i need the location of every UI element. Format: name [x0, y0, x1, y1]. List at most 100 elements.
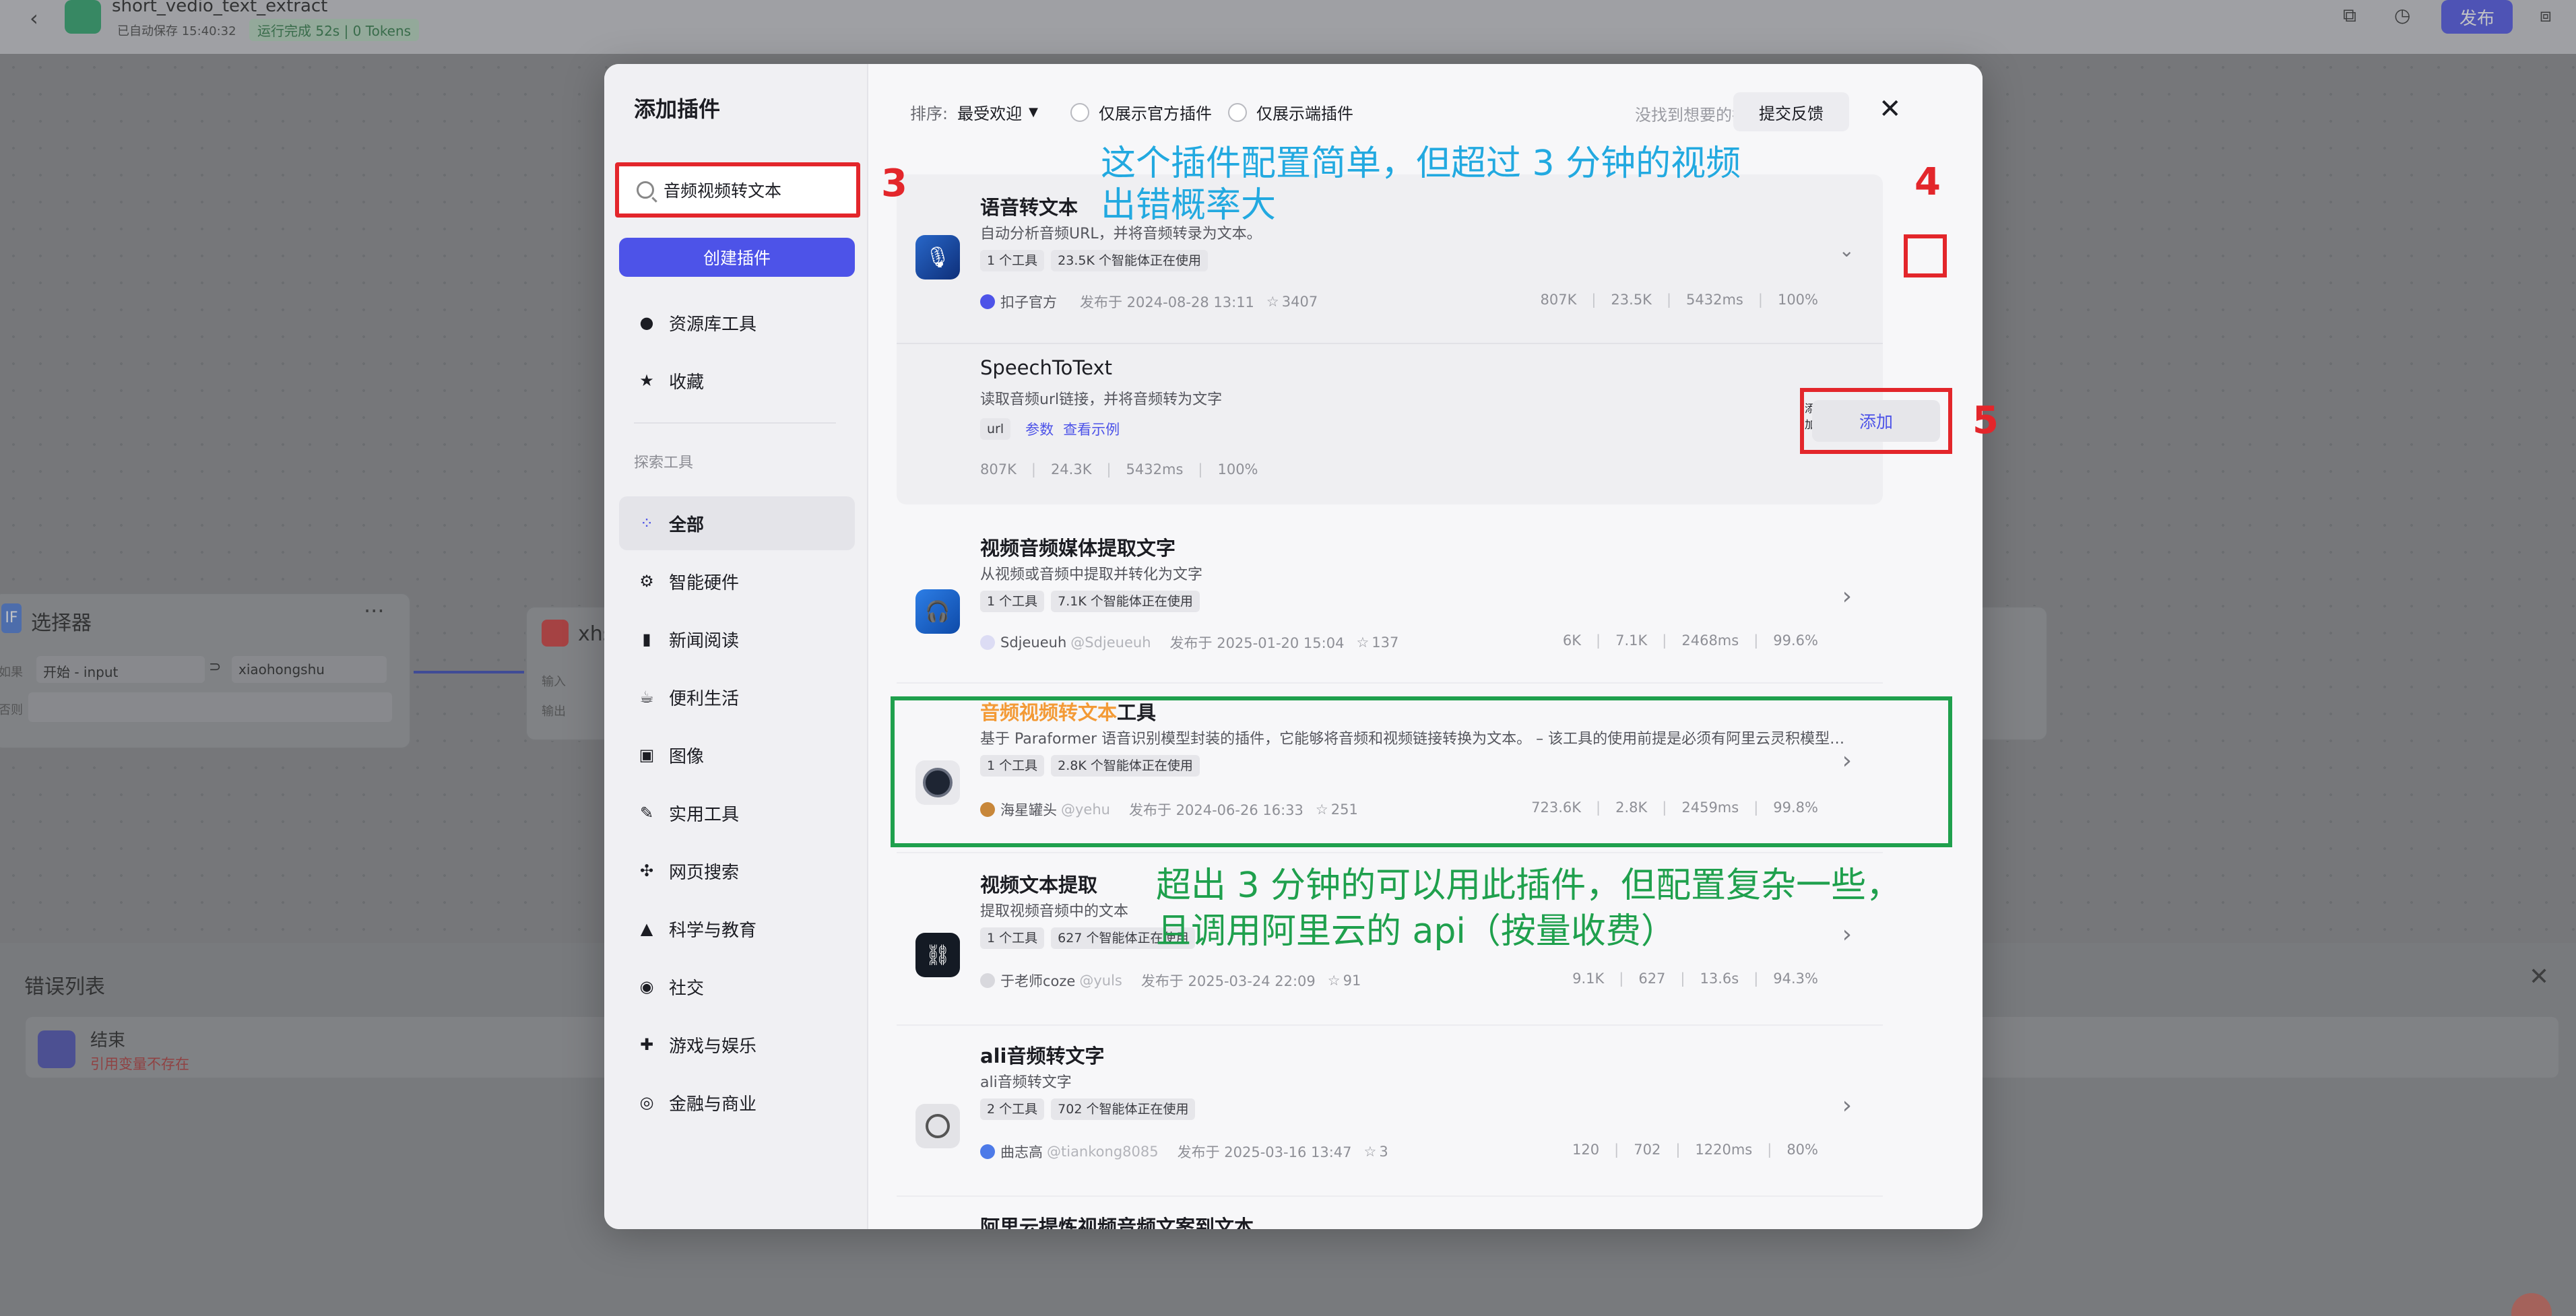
- plugin-title: 视频音频媒体提取文字: [980, 537, 1176, 560]
- sidebar-item-label: 资源库工具: [669, 314, 757, 335]
- stat-latency: 1220ms: [1695, 1142, 1753, 1158]
- stat-success: 100%: [1217, 461, 1258, 478]
- sidebar-item-label: 金融与商业: [669, 1094, 757, 1115]
- plugin-card-speech-to-text[interactable]: 🎙 语音转文本 自动分析音频URL，并将音频转录为文本。 1 个工具 23.5K …: [897, 174, 1883, 504]
- sep: |: [1031, 461, 1036, 478]
- add-plugin-modal: 添加插件 音频视频转文本 创建插件 ● 资源库工具 ★ 收藏 探索工具 ⁘ 全部…: [604, 64, 1983, 1229]
- stat-calls: 807K: [980, 461, 1017, 478]
- stat-calls: 6K: [1562, 632, 1582, 649]
- sidebar-item-news[interactable]: ▮ 新闻阅读: [619, 612, 855, 666]
- tag: 702 个智能体正在使用: [1051, 1098, 1196, 1120]
- plugin-card-aliyun-video-text[interactable]: 阿里云提炼视频音频文案到文本: [897, 1199, 1883, 1229]
- stat-success: 80%: [1786, 1142, 1818, 1158]
- sidebar-item-label: 图像: [669, 746, 705, 767]
- sidebar-item-label: 便利生活: [669, 688, 740, 709]
- annotation-box-4: [1904, 234, 1947, 277]
- plugin-author: 扣子官方: [1000, 294, 1057, 310]
- stat-bots: 24.3K: [1050, 461, 1092, 478]
- chain-link-icon: ⛓: [915, 933, 960, 977]
- plugin-published: 发布于 2025-01-20 15:04: [1169, 635, 1345, 651]
- stat-latency: 5432ms: [1686, 292, 1743, 308]
- plugin-stats: 6K | 7.1K | 2468ms | 99.6%: [1548, 632, 1818, 649]
- sep: |: [1675, 1142, 1681, 1158]
- plugin-handle: @tiankong8085: [1047, 1144, 1159, 1160]
- plugin-search-input[interactable]: 音频视频转文本: [615, 162, 860, 218]
- chevron-right-icon[interactable]: ›: [1842, 1092, 1852, 1119]
- stat-success: 100%: [1777, 292, 1818, 308]
- grid-icon: ⁘: [639, 514, 654, 533]
- star-icon: ☆: [1327, 973, 1341, 989]
- sidebar-item-label: 新闻阅读: [669, 630, 740, 651]
- annotation-note-blue-line2: 出错概率大: [1101, 185, 1277, 226]
- sep: |: [1680, 970, 1685, 987]
- feedback-button[interactable]: 提交反馈: [1733, 92, 1849, 131]
- sidebar-item-finance[interactable]: ◎ 金融与商业: [619, 1076, 855, 1129]
- sidebar-item-all[interactable]: ⁘ 全部: [619, 496, 855, 550]
- plugin-card-ali-audio[interactable]: ali音频转文字 ali音频转文字 2 个工具 702 个智能体正在使用 曲志高 …: [897, 1027, 1883, 1197]
- filter-client-label: 仅展示端插件: [1256, 104, 1353, 123]
- sidebar-item-life[interactable]: ☕ 便利生活: [619, 670, 855, 724]
- author-avatar: [980, 973, 995, 988]
- sidebar-item-web-search[interactable]: ✣ 网页搜索: [619, 844, 855, 898]
- filter-official-radio[interactable]: 仅展示官方插件: [1070, 100, 1212, 124]
- stat-success: 94.3%: [1773, 970, 1818, 987]
- sidebar-item-smart-hardware[interactable]: ⚙ 智能硬件: [619, 554, 855, 608]
- plugin-handle: @yuls: [1079, 973, 1122, 989]
- modal-sidebar: 添加插件 音频视频转文本 创建插件 ● 资源库工具 ★ 收藏 探索工具 ⁘ 全部…: [604, 64, 868, 1229]
- plugin-stars: 3407: [1281, 294, 1318, 310]
- close-icon[interactable]: ✕: [1879, 94, 1902, 125]
- speech-to-text-icon: 🎧: [915, 589, 960, 634]
- plugin-desc: 从视频或音频中提取并转化为文字: [980, 566, 1203, 583]
- create-plugin-button[interactable]: 创建插件: [619, 238, 855, 277]
- sidebar-item-social[interactable]: ◉ 社交: [619, 960, 855, 1014]
- sidebar-item-library-tools[interactable]: ● 资源库工具: [619, 296, 855, 350]
- chip-icon: ⚙: [639, 572, 654, 591]
- cap-icon: ▲: [640, 919, 653, 938]
- sep: |: [1753, 632, 1759, 649]
- tool-name: SpeechToText: [980, 356, 1113, 379]
- filter-client-radio[interactable]: 仅展示端插件: [1228, 100, 1353, 124]
- sidebar-item-science[interactable]: ▲ 科学与教育: [619, 902, 855, 956]
- search-value: 音频视频转文本: [664, 181, 782, 201]
- sidebar-item-label: 游戏与娱乐: [669, 1036, 757, 1057]
- collapse-chevron-icon[interactable]: ⌄: [1839, 239, 1855, 261]
- sidebar-item-image[interactable]: ▣ 图像: [619, 728, 855, 782]
- stat-latency: 13.6s: [1700, 970, 1739, 987]
- plugin-published: 发布于 2024-08-28 13:11: [1080, 294, 1254, 310]
- stat-latency: 2468ms: [1681, 632, 1739, 649]
- sep: |: [1614, 1142, 1619, 1158]
- sidebar-item-utilities[interactable]: ✎ 实用工具: [619, 786, 855, 840]
- sep: |: [1662, 632, 1667, 649]
- sidebar-item-games[interactable]: ✚ 游戏与娱乐: [619, 1018, 855, 1072]
- chevron-right-icon[interactable]: ›: [1842, 583, 1852, 610]
- tag: 7.1K 个智能体正在使用: [1051, 591, 1200, 612]
- sidebar-item-favorites[interactable]: ★ 收藏: [619, 354, 855, 407]
- gamepad-icon: ✚: [639, 1035, 654, 1054]
- stat-success: 99.6%: [1773, 632, 1818, 649]
- coins-icon: ◎: [639, 1093, 654, 1112]
- plugin-card-video-audio-extract[interactable]: 🎧 视频音频媒体提取文字 从视频或音频中提取并转化为文字 1 个工具 7.1K 个…: [897, 515, 1883, 684]
- plugin-meta: 扣子官方 发布于 2024-08-28 13:11 ☆ 3407: [980, 292, 1318, 312]
- radio-icon: [1070, 102, 1089, 122]
- example-link[interactable]: 查看示例: [1063, 419, 1120, 439]
- chat-icon: ◉: [639, 977, 654, 996]
- plugin-title: 阿里云提炼视频音频文案到文本: [980, 1216, 1254, 1229]
- params-link[interactable]: 参数: [1025, 419, 1054, 439]
- add-button[interactable]: 添加: [1812, 400, 1940, 442]
- star-icon: ☆: [1266, 294, 1279, 310]
- tool-stats: 807K | 24.3K | 5432ms | 100%: [980, 461, 1258, 478]
- chevron-right-icon[interactable]: ›: [1842, 921, 1852, 948]
- stat-bots: 7.1K: [1615, 632, 1648, 649]
- plugin-title: ali音频转文字: [980, 1045, 1105, 1067]
- plugin-handle: @Sdjeueuh: [1070, 634, 1151, 651]
- plugin-tags: 1 个工具 7.1K 个智能体正在使用: [980, 591, 1206, 612]
- radio-icon: [1228, 102, 1247, 122]
- tool-desc: 读取音频url链接，并将音频转为文字: [980, 391, 1223, 408]
- sort-dropdown[interactable]: 排序: 最受欢迎 ▼: [910, 100, 1038, 124]
- stat-calls: 807K: [1540, 292, 1577, 308]
- sep: |: [1591, 292, 1597, 308]
- plugin-stars: 91: [1343, 973, 1361, 989]
- plugin-stars: 3: [1379, 1144, 1388, 1160]
- tag: 1 个工具: [980, 591, 1045, 612]
- person-icon: ●: [639, 313, 654, 332]
